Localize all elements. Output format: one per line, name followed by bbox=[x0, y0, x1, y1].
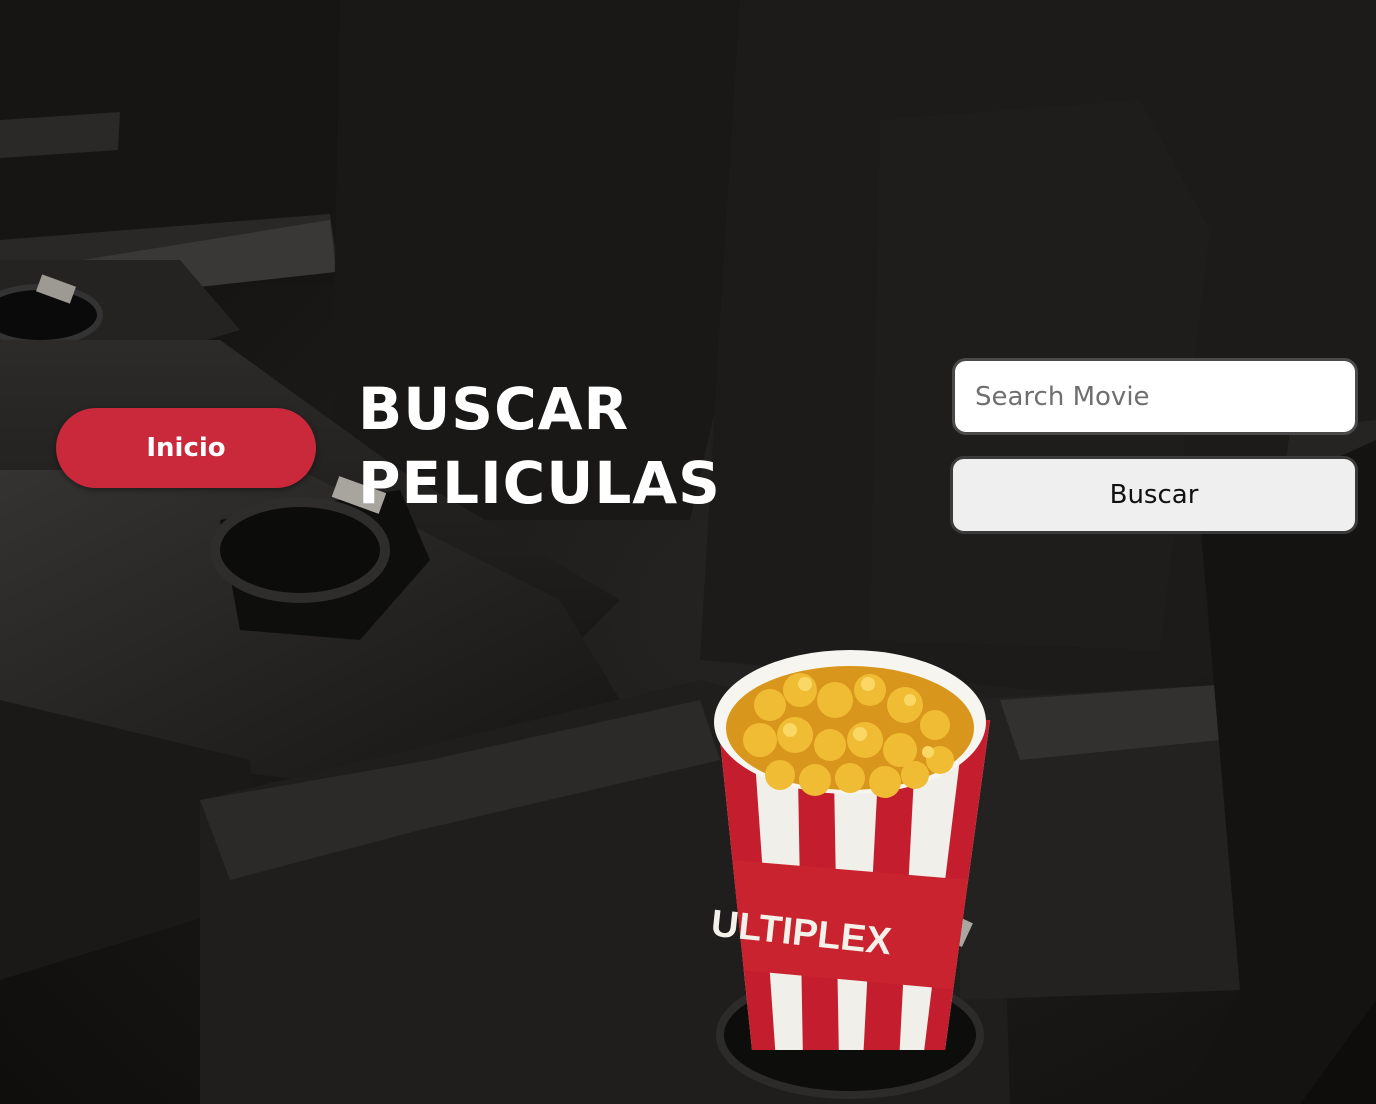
cinema-seats-background: ULTIPLEX bbox=[0, 0, 1376, 1104]
page-title-line-2: PELICULAS bbox=[358, 449, 721, 517]
search-input[interactable] bbox=[952, 358, 1358, 435]
page-title-line-1: BUSCAR bbox=[358, 375, 630, 443]
search-button[interactable]: Buscar bbox=[950, 456, 1358, 534]
home-button[interactable]: Inicio bbox=[56, 408, 316, 488]
page-title: BUSCAR PELICULAS bbox=[358, 372, 778, 520]
